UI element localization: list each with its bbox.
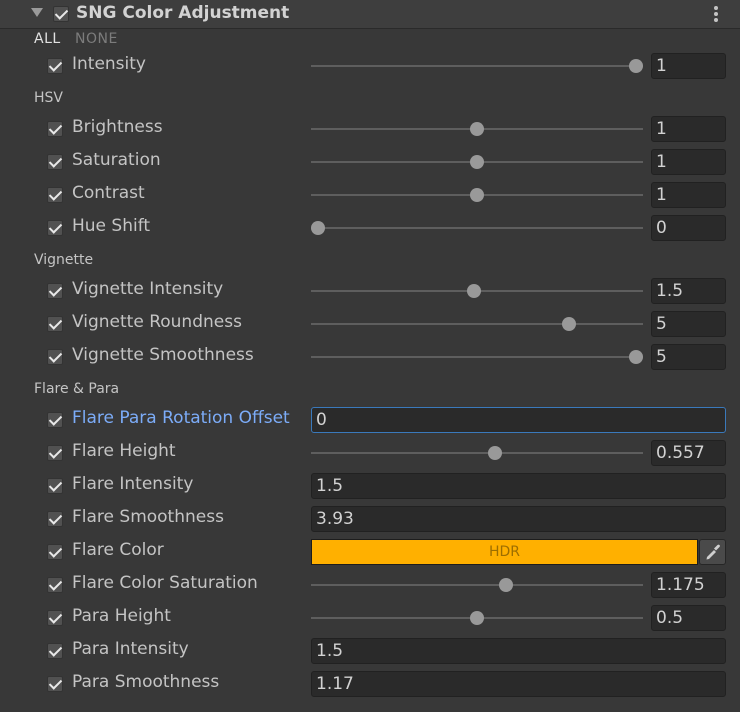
para-smoothness-input[interactable]: 1.17 — [311, 671, 726, 697]
contrast-checkbox[interactable] — [47, 187, 63, 203]
vignette-roundness-checkbox[interactable] — [47, 316, 63, 332]
flare-height-checkbox[interactable] — [47, 445, 63, 461]
brightness-slider-thumb[interactable] — [470, 122, 484, 136]
vignette-intensity-value-field[interactable]: 1.5 — [651, 278, 726, 304]
vignette-roundness-label: Vignette Roundness — [72, 312, 242, 332]
flare-color-saturation-value-field[interactable]: 1.175 — [651, 572, 726, 598]
intensity-label: Intensity — [72, 54, 146, 74]
para-intensity-label: Para Intensity — [72, 639, 189, 659]
section-header-flare-para: Flare & Para — [34, 381, 120, 397]
para-smoothness-checkbox[interactable] — [47, 676, 63, 692]
flare-color-swatch[interactable]: HDR — [311, 539, 698, 565]
brightness-label: Brightness — [72, 117, 163, 137]
contrast-slider-thumb[interactable] — [470, 188, 484, 202]
flare-height-slider-track[interactable] — [311, 452, 643, 454]
triangle-down-icon[interactable] — [31, 8, 43, 17]
flare-intensity-label: Flare Intensity — [72, 474, 194, 494]
flare-color-saturation-label: Flare Color Saturation — [72, 573, 258, 593]
para-height-label: Para Height — [72, 606, 171, 626]
hue-shift-slider-track[interactable] — [311, 227, 643, 229]
intensity-slider-track[interactable] — [311, 65, 643, 67]
flare-height-slider-thumb[interactable] — [488, 446, 503, 460]
select-none-button[interactable]: NONE — [75, 31, 118, 47]
flare-height-label: Flare Height — [72, 441, 176, 461]
flare-color-checkbox[interactable] — [47, 544, 63, 560]
vignette-smoothness-value-field[interactable]: 5 — [651, 344, 726, 370]
vignette-smoothness-slider-track[interactable] — [311, 356, 643, 358]
brightness-checkbox[interactable] — [47, 121, 63, 137]
flare-color-saturation-slider-thumb[interactable] — [498, 578, 513, 592]
flare-height-value-field[interactable]: 0.557 — [651, 440, 726, 466]
intensity-slider-thumb[interactable] — [629, 59, 643, 73]
select-all-button[interactable]: ALL — [34, 31, 61, 47]
flare-para-rotation-offset-checkbox[interactable] — [47, 412, 63, 428]
inspector-panel: SNG Color Adjustment ALL NONE HSV Vignet… — [0, 0, 740, 712]
vignette-smoothness-label: Vignette Smoothness — [72, 345, 254, 365]
hue-shift-checkbox[interactable] — [47, 220, 63, 236]
hue-shift-value-field[interactable]: 0 — [651, 215, 726, 241]
flare-color-saturation-checkbox[interactable] — [47, 577, 63, 593]
vignette-intensity-label: Vignette Intensity — [72, 279, 224, 299]
contrast-value-field[interactable]: 1 — [651, 182, 726, 208]
flare-intensity-input[interactable]: 1.5 — [311, 473, 726, 499]
flare-intensity-checkbox[interactable] — [47, 478, 63, 494]
flare-para-rotation-offset-input[interactable]: 0 — [311, 407, 726, 433]
contrast-label: Contrast — [72, 183, 145, 203]
hue-shift-label: Hue Shift — [72, 216, 151, 236]
para-intensity-input[interactable]: 1.5 — [311, 638, 726, 664]
para-height-value-field[interactable]: 0.5 — [651, 605, 726, 631]
saturation-value-field[interactable]: 1 — [651, 149, 726, 175]
vignette-smoothness-slider-thumb[interactable] — [629, 350, 643, 364]
flare-smoothness-checkbox[interactable] — [47, 511, 63, 527]
section-header-vignette: Vignette — [34, 252, 94, 268]
flare-color-label: Flare Color — [72, 540, 164, 560]
component-header[interactable]: SNG Color Adjustment — [0, 0, 740, 29]
hue-shift-slider-thumb[interactable] — [311, 221, 325, 235]
vignette-intensity-slider-thumb[interactable] — [466, 284, 481, 298]
para-height-checkbox[interactable] — [47, 610, 63, 626]
vignette-roundness-value-field[interactable]: 5 — [651, 311, 726, 337]
para-height-slider-thumb[interactable] — [470, 611, 484, 625]
brightness-value-field[interactable]: 1 — [651, 116, 726, 142]
flare-smoothness-input[interactable]: 3.93 — [311, 506, 726, 532]
vignette-roundness-slider-track[interactable] — [311, 323, 643, 325]
component-title: SNG Color Adjustment — [76, 3, 290, 23]
vignette-intensity-checkbox[interactable] — [47, 283, 63, 299]
saturation-slider-thumb[interactable] — [470, 155, 484, 169]
saturation-label: Saturation — [72, 150, 161, 170]
para-intensity-checkbox[interactable] — [47, 643, 63, 659]
section-header-hsv: HSV — [34, 90, 63, 106]
eyedropper-icon[interactable] — [699, 539, 726, 565]
vignette-roundness-slider-thumb[interactable] — [562, 317, 577, 331]
vignette-smoothness-checkbox[interactable] — [47, 349, 63, 365]
intensity-value-field[interactable]: 1 — [651, 53, 726, 79]
kebab-menu-icon[interactable] — [714, 6, 718, 22]
saturation-checkbox[interactable] — [47, 154, 63, 170]
para-smoothness-label: Para Smoothness — [72, 672, 220, 692]
flare-para-rotation-offset-label: Flare Para Rotation Offset — [72, 408, 290, 428]
intensity-checkbox[interactable] — [47, 58, 63, 74]
flare-smoothness-label: Flare Smoothness — [72, 507, 224, 527]
component-enabled-checkbox[interactable] — [53, 6, 69, 22]
flare-color-saturation-slider-track[interactable] — [311, 584, 643, 586]
